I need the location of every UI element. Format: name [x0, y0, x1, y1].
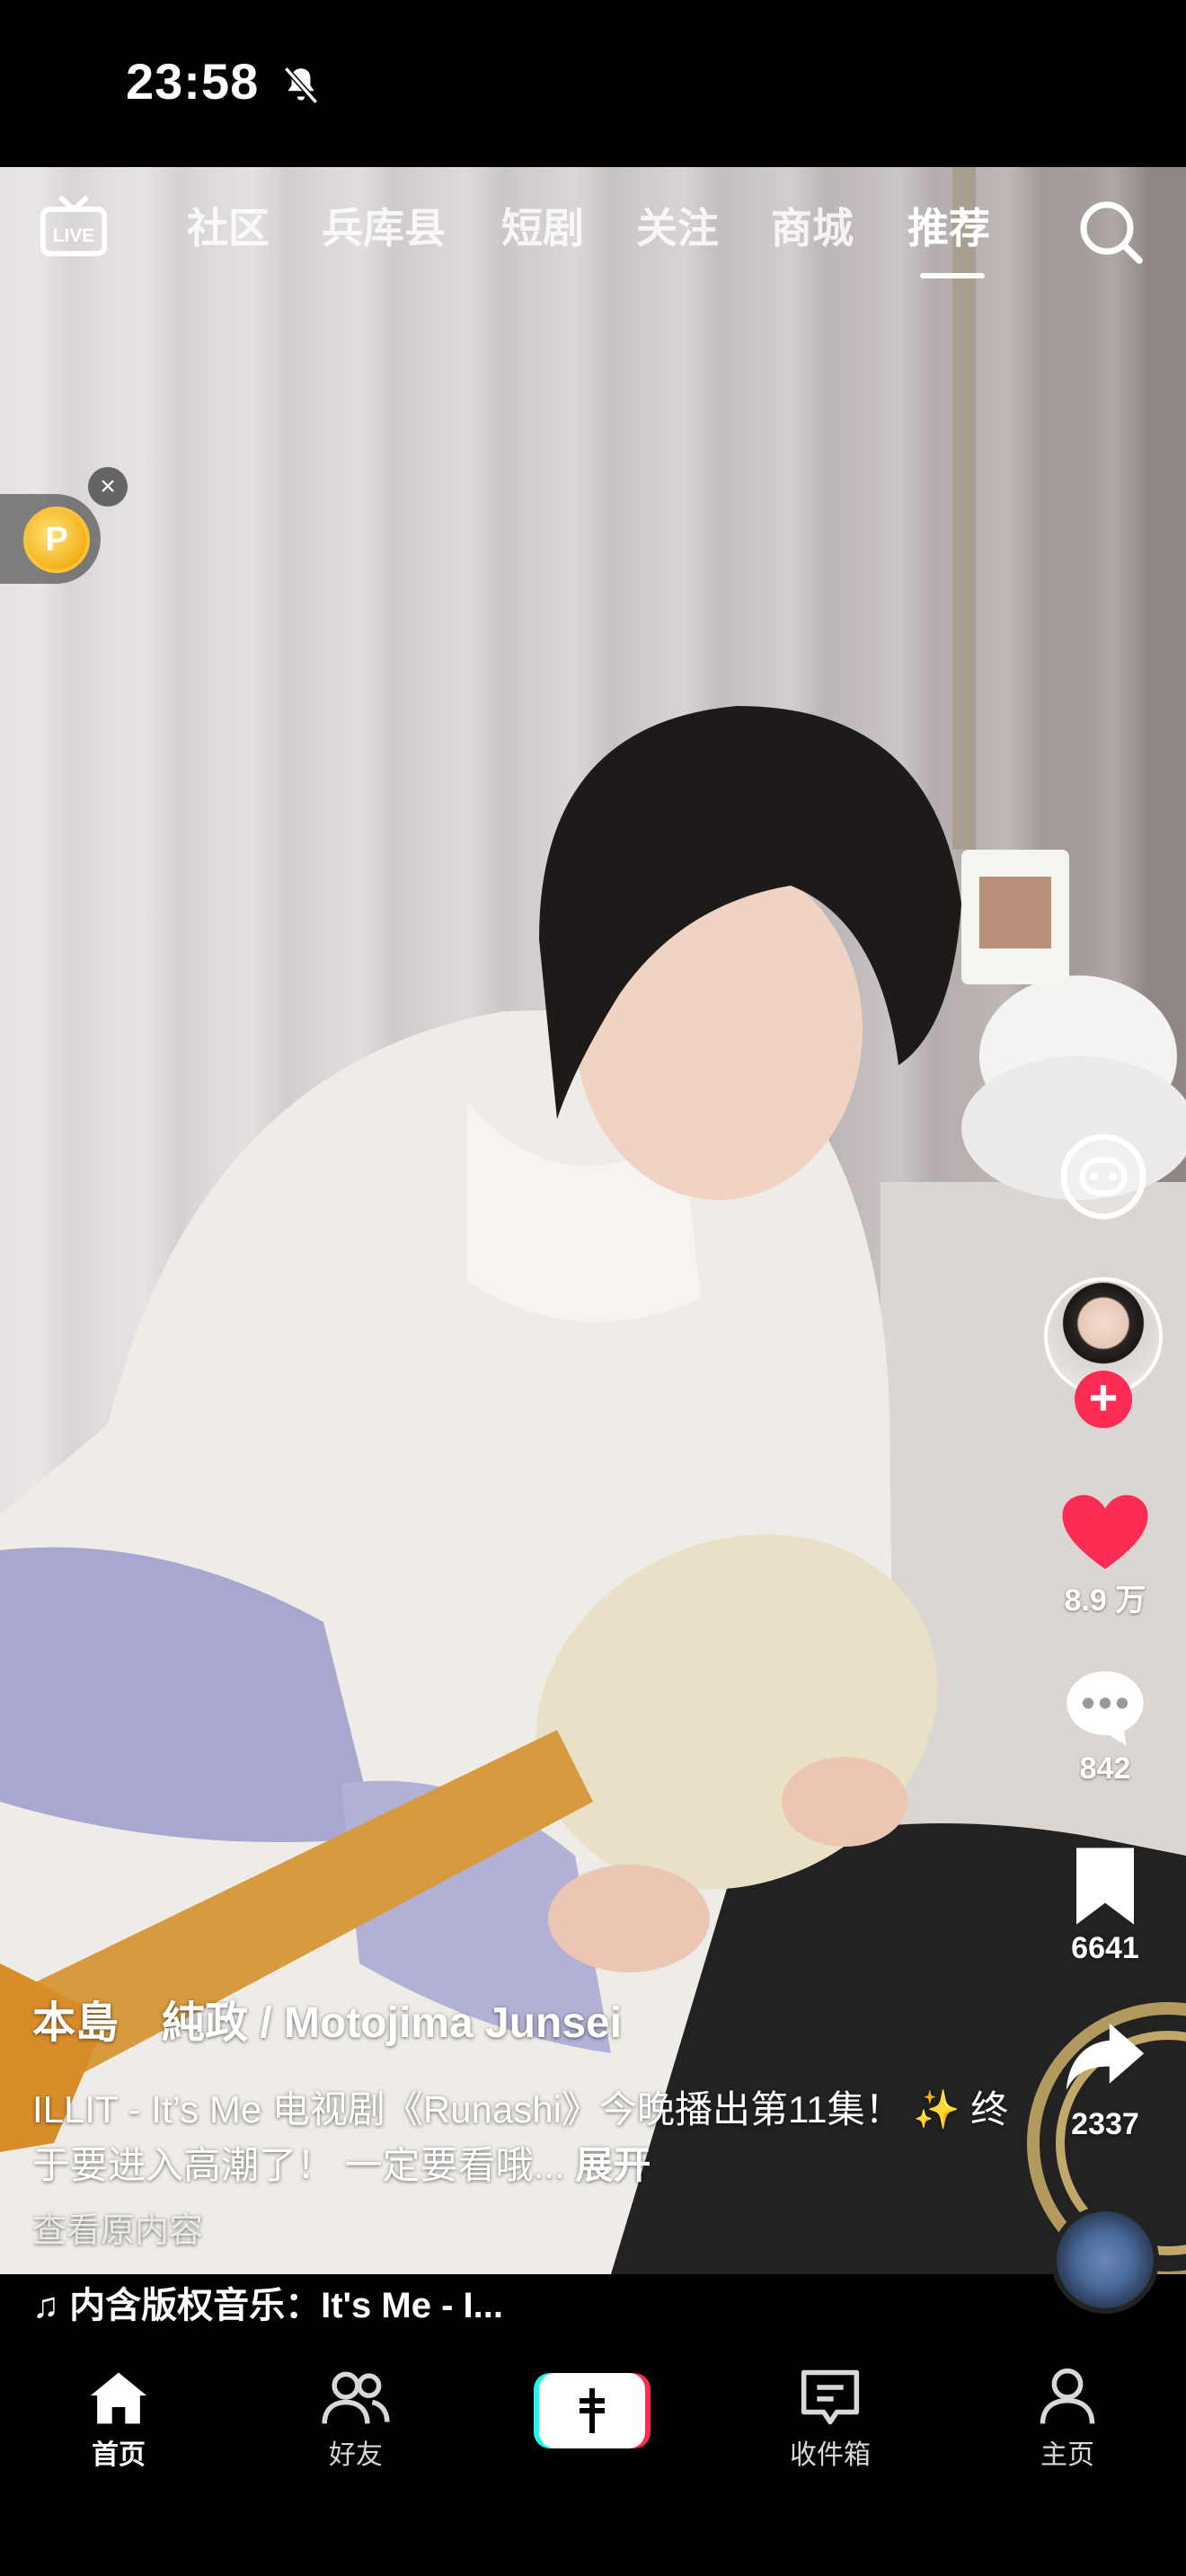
expand-link[interactable]: 展开: [575, 2144, 651, 2186]
like-count: 8.9 万: [1064, 1584, 1146, 1618]
tab-short-drama[interactable]: 短剧: [501, 196, 584, 255]
search-icon[interactable]: [1075, 196, 1146, 268]
svg-text:LIVE: LIVE: [53, 225, 94, 246]
tab-hyogo[interactable]: 兵库县: [322, 196, 446, 255]
author-name[interactable]: 本島 純政 / Motojima Junsei: [32, 1987, 1021, 2050]
home-icon: [90, 2372, 147, 2424]
share-count: 2337: [1071, 2107, 1139, 2141]
top-navigation: [0, 167, 1186, 293]
tab-home[interactable]: 首页: [47, 2368, 190, 2472]
tab-friends-label: 好友: [329, 2440, 383, 2470]
live-tv-icon[interactable]: LIVE: [40, 192, 108, 260]
bookmark-icon[interactable]: [1069, 1843, 1141, 1929]
friends-icon: [322, 2371, 390, 2424]
coin-icon[interactable]: P: [23, 507, 90, 573]
view-original-link[interactable]: 查看原内容: [32, 2202, 1021, 2252]
tab-profile[interactable]: 主页: [996, 2368, 1139, 2472]
tab-community[interactable]: 社区: [187, 196, 270, 255]
tab-friends[interactable]: 好友: [284, 2368, 428, 2472]
inbox-message-icon: [801, 2369, 860, 2425]
tab-shop[interactable]: 商城: [771, 196, 854, 255]
music-disc-icon[interactable]: [1051, 2206, 1159, 2314]
profile-icon: [1040, 2368, 1095, 2424]
ai-assistant-icon[interactable]: [1057, 1130, 1150, 1223]
tab-inbox-label: 收件箱: [790, 2440, 871, 2470]
favorite-count: 6641: [1071, 1931, 1139, 1965]
create-post-button[interactable]: [534, 2373, 651, 2448]
comment-icon[interactable]: [1062, 1667, 1148, 1748]
video-description[interactable]: ILLIT - It’s Me 电视剧《Runashi》今晚播出第11集！ ✨ …: [32, 2082, 1021, 2193]
tab-for-you[interactable]: 推荐: [907, 196, 990, 255]
video-player[interactable]: [0, 167, 1186, 2274]
comment-count: 842: [1079, 1751, 1131, 1786]
status-time: 23:58: [126, 53, 260, 110]
tab-profile-label: 主页: [1040, 2440, 1094, 2470]
tab-home-label: 首页: [92, 2440, 146, 2470]
like-heart-icon[interactable]: [1060, 1493, 1150, 1574]
share-arrow-icon[interactable]: [1062, 2017, 1148, 2098]
tab-inbox[interactable]: 收件箱: [758, 2368, 902, 2472]
tab-following[interactable]: 关注: [636, 196, 719, 255]
music-info[interactable]: ♫ 内含版权音乐：It's Me - I...: [32, 2276, 503, 2328]
description-text: ILLIT - It’s Me 电视剧《Runashi》今晚播出第11集！ ✨ …: [32, 2088, 1009, 2186]
video-frame-illustration: [0, 167, 1186, 2274]
bell-muted-icon: [283, 66, 319, 104]
close-icon[interactable]: ×: [88, 467, 128, 507]
active-tab-indicator: [920, 273, 985, 278]
status-bar: 23:58: [0, 0, 1186, 167]
follow-button[interactable]: +: [1075, 1371, 1132, 1428]
